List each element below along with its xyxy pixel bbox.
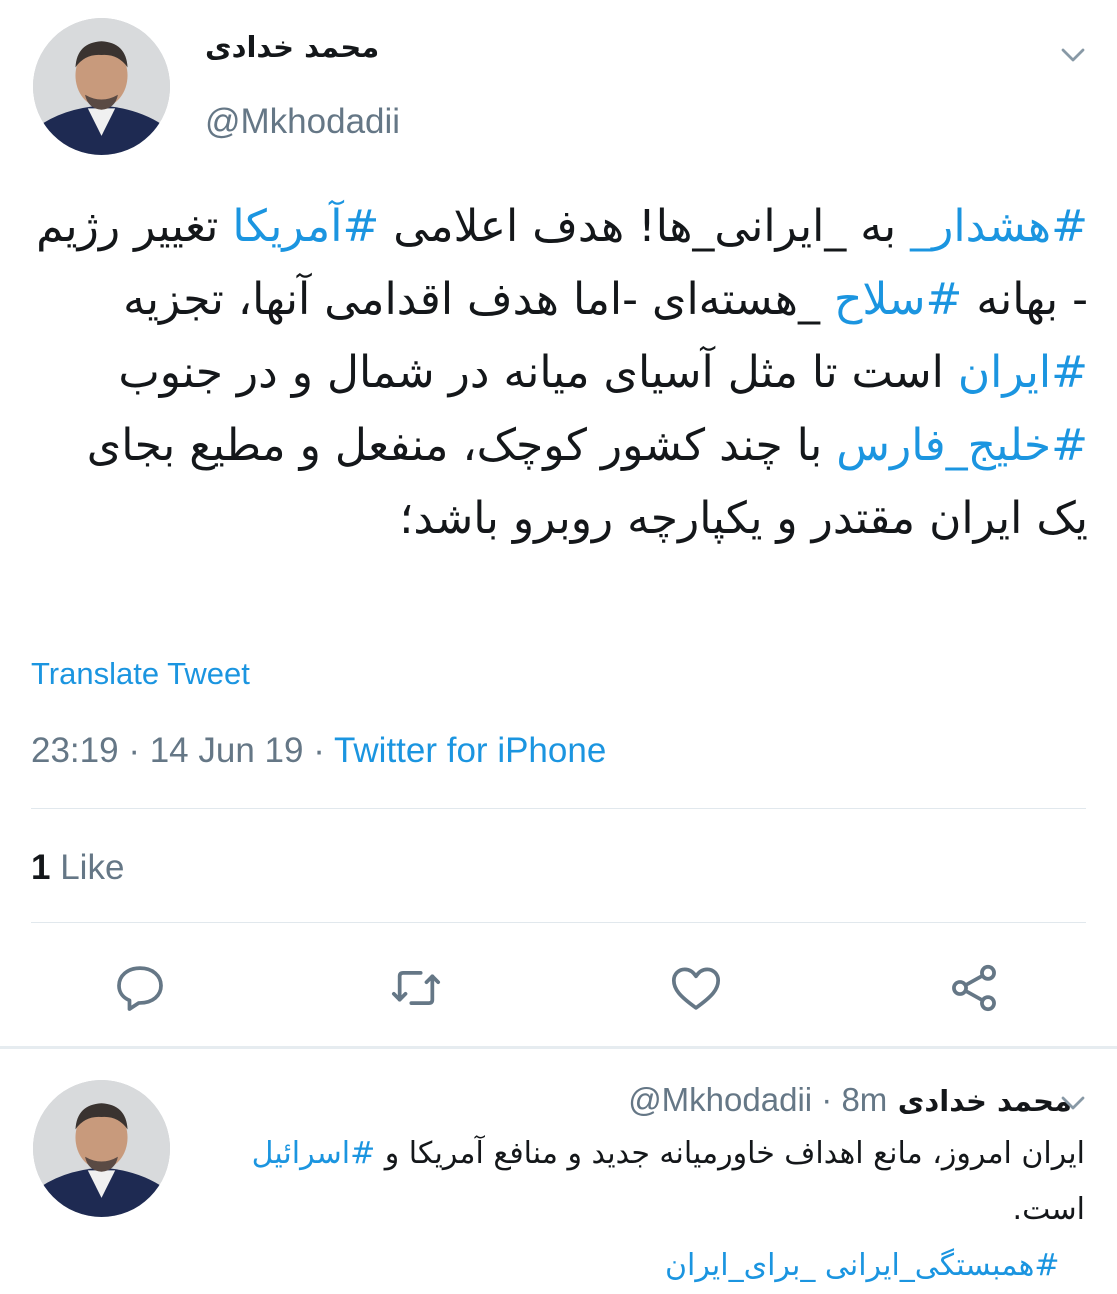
tweet-text-segment: به _ایرانی_ها! هدف اعلامی xyxy=(379,201,911,252)
tweet-separator xyxy=(0,1046,1117,1049)
author-avatar[interactable] xyxy=(33,18,170,155)
reply-handle-text: @Mkhodadii xyxy=(628,1081,813,1118)
tweet-meta: 23:19 · 14 Jun 19 · Twitter for iPhone xyxy=(31,731,606,771)
meta-separator: · xyxy=(128,731,140,770)
translate-tweet-link[interactable]: Translate Tweet xyxy=(31,656,250,692)
hashtag-link[interactable]: #آمریکا xyxy=(232,201,379,252)
tweet-text: #هشدار_ به _ایرانی_ها! هدف اعلامی #آمریک… xyxy=(28,190,1088,555)
retweet-icon[interactable] xyxy=(388,960,444,1016)
reply-author-handle[interactable]: @Mkhodadii · 8m xyxy=(628,1081,887,1118)
share-icon[interactable] xyxy=(946,960,1002,1016)
tweet-text-segment: است. xyxy=(1012,1192,1085,1227)
reply-author-avatar[interactable] xyxy=(33,1080,170,1217)
meta-separator: · xyxy=(313,731,325,770)
chevron-down-icon[interactable] xyxy=(1058,1088,1088,1118)
tweet-text-segment: _هسته‌ای -اما هدف اقدامی آنها، تجزیه xyxy=(123,274,834,325)
hashtag-link[interactable]: #اسرائیل xyxy=(252,1136,376,1171)
reply-text-block: ایران امروز، مانع اهداف خاورمیانه جدید و… xyxy=(185,1126,1085,1294)
reply-header: محمد خدادی @Mkhodadii · 8m xyxy=(628,1080,1072,1119)
hashtag-link[interactable]: #خلیج_فارس xyxy=(836,420,1088,471)
reply-time: 8m xyxy=(841,1081,888,1118)
hashtag-link[interactable]: #سلاح xyxy=(834,274,962,325)
divider xyxy=(31,808,1086,809)
reply-icon[interactable] xyxy=(112,960,168,1016)
tweet-text-segment: است تا مثل آسیای میانه در شمال و در جنوب xyxy=(118,347,958,398)
tweet-source-link[interactable]: Twitter for iPhone xyxy=(334,731,606,770)
like-icon[interactable] xyxy=(668,960,724,1016)
like-count-number: 1 xyxy=(31,848,51,887)
tweet-time: 23:19 xyxy=(31,731,119,770)
hashtag-link[interactable]: #هشدار_ xyxy=(910,201,1088,252)
tweet-text-segment: ایران امروز، مانع اهداف خاورمیانه جدید و… xyxy=(375,1136,1085,1171)
reply-hashtags[interactable]: #همبستگی_ایرانی _برای_ایران xyxy=(665,1238,1085,1294)
chevron-down-icon[interactable] xyxy=(1058,40,1088,70)
likes-count[interactable]: 1 Like xyxy=(31,848,124,888)
divider xyxy=(31,922,1086,923)
author-name[interactable]: محمد خدادی xyxy=(205,30,379,64)
reply-author-name[interactable]: محمد خدادی xyxy=(898,1084,1072,1118)
like-count-label: Like xyxy=(60,848,125,887)
hashtag-link[interactable]: #ایران xyxy=(958,347,1088,398)
author-handle[interactable]: @Mkhodadii xyxy=(205,102,400,142)
tweet-date: 14 Jun 19 xyxy=(149,731,304,770)
meta-separator: · xyxy=(821,1081,833,1118)
reply-text: ایران امروز، مانع اهداف خاورمیانه جدید و… xyxy=(185,1126,1085,1238)
